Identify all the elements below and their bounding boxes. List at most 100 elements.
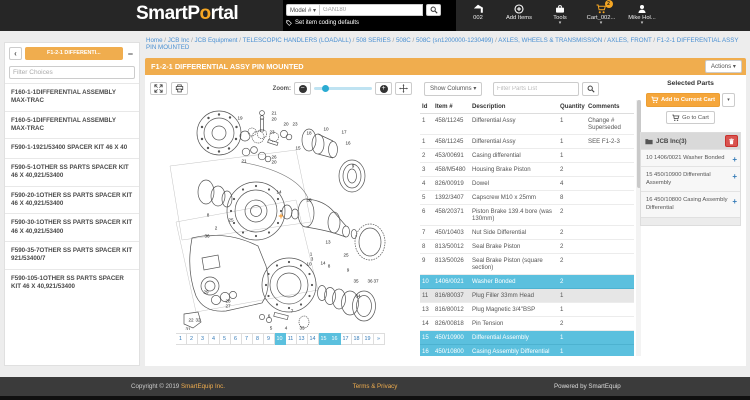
diagram-page-button[interactable]: 18 xyxy=(352,333,363,345)
diagram-page-button[interactable]: 14 xyxy=(308,333,319,345)
diagram-callout-number[interactable]: 9 xyxy=(347,268,350,273)
diagram-callout-number[interactable]: 8 xyxy=(328,264,331,269)
search-button[interactable] xyxy=(426,4,441,16)
nav-user[interactable]: Mike Hol... ▾ xyxy=(626,3,658,25)
nav-cart[interactable]: 2 Cart_002... ▾ xyxy=(585,3,617,25)
diagram-callout-number[interactable]: 2 xyxy=(215,226,218,231)
plus-icon[interactable]: + xyxy=(732,154,737,165)
diagram-callout-number[interactable]: 34 xyxy=(355,294,360,299)
diagram-page-button[interactable]: 2 xyxy=(187,333,198,345)
diagram-callout-number[interactable]: 17 xyxy=(341,130,346,135)
print-diagram-button[interactable] xyxy=(171,82,188,95)
diagram-callout-number[interactable]: 36 xyxy=(367,279,372,284)
sidebar-catalog-item[interactable]: F590-35-7OTHER SS PARTS SPACER KIT 921/5… xyxy=(5,241,139,269)
table-row[interactable]: 13 816/80012 Plug Magnetic 3/4"BSP 1 xyxy=(420,303,634,317)
table-row[interactable]: 15 450/10900 Differential Assembly 1 xyxy=(420,331,634,345)
model-search-input[interactable] xyxy=(320,4,423,16)
go-to-cart-button[interactable]: Go to Cart xyxy=(666,111,715,124)
diagram-callout-number[interactable]: 23 xyxy=(269,130,274,135)
plus-icon[interactable]: + xyxy=(732,196,737,207)
sidebar-catalog-item[interactable]: F590-5-1OTHER SS PARTS SPACER KIT 46 X 4… xyxy=(5,158,139,186)
col-id[interactable]: Id xyxy=(420,100,434,113)
table-row[interactable]: 3 458/M5480 Housing Brake Piston 2 xyxy=(420,163,634,177)
sidebar-collapse-button[interactable]: ‹ xyxy=(9,47,22,60)
diagram-page-button[interactable]: 6 xyxy=(231,333,242,345)
zoom-in-button[interactable]: + xyxy=(375,82,392,95)
diagram-page-button[interactable]: » xyxy=(374,333,385,345)
current-section-tab[interactable]: F1-2-1 DIFFERENTI... xyxy=(25,47,123,60)
delete-group-button[interactable] xyxy=(725,135,738,147)
diagram-page-button[interactable]: 8 xyxy=(253,333,264,345)
diagram-callout-number[interactable]: 18 xyxy=(306,131,311,136)
table-row[interactable]: 7 450/10403 Nut Side Differential 2 xyxy=(420,226,634,240)
diagram-callout-number[interactable]: 5 xyxy=(270,326,273,331)
table-row[interactable]: 4 826/00919 Dowel 4 xyxy=(420,177,634,191)
breadcrumb-link[interactable]: TELESCOPIC HANDLERS (LOADALL) xyxy=(243,37,356,44)
diagram-page-button[interactable]: 15 xyxy=(319,333,330,345)
diagram-page-button[interactable]: 5 xyxy=(220,333,231,345)
breadcrumb-link[interactable]: 508 SERIES xyxy=(356,37,396,44)
model-type-select[interactable]: Model # ▾ xyxy=(286,4,320,16)
sidebar-catalog-item[interactable]: F590-20-1OTHER SS PARTS SPACER KIT 46 X … xyxy=(5,186,139,214)
add-to-cart-dropdown-button[interactable]: ▾ xyxy=(722,93,735,107)
diagram-page-button[interactable]: 17 xyxy=(341,333,352,345)
diagram-callout-number[interactable]: 36 xyxy=(204,234,209,239)
diagram-page-button[interactable]: 10 xyxy=(275,333,286,345)
breadcrumb-link[interactable]: 508C xyxy=(396,37,416,44)
diagram-callout-number[interactable]: 10 xyxy=(306,262,311,267)
diagram-page-button[interactable]: 1 xyxy=(176,333,187,345)
diagram-page-button[interactable]: 13 xyxy=(297,333,308,345)
selected-part-item[interactable]: 15 450/10900 Differential Assembly + xyxy=(641,166,740,191)
expand-diagram-button[interactable] xyxy=(150,82,167,95)
selected-part-item[interactable]: 16 450/10800 Casing Assembly Differentia… xyxy=(641,191,740,216)
diagram-callout-number[interactable]: 21 xyxy=(241,159,246,164)
table-row[interactable]: 8 813/50012 Seal Brake Piston 2 xyxy=(420,240,634,254)
exploded-parts-diagram[interactable]: 1921202320231810171615212620981415251325… xyxy=(146,100,414,330)
table-row[interactable]: 2 453/00691 Casing differential 1 xyxy=(420,149,634,163)
diagram-page-button[interactable]: 3 xyxy=(198,333,209,345)
diagram-page-button[interactable]: 4 xyxy=(209,333,220,345)
table-row[interactable]: 6 458/20371 Piston Brake 139.4 bore (was… xyxy=(420,205,634,226)
add-to-current-cart-button[interactable]: Add to Current Cart xyxy=(646,93,720,107)
plus-icon[interactable]: + xyxy=(732,171,737,182)
diagram-callout-number[interactable]: 27 xyxy=(225,304,230,309)
sidebar-catalog-item[interactable]: F160-5-1DIFFERENTIAL ASSEMBLY MAX-TRAC xyxy=(5,111,139,139)
nav-tools[interactable]: Tools ▾ xyxy=(544,3,576,25)
diagram-callout-number[interactable]: 37 xyxy=(373,279,378,284)
diagram-callout-number[interactable]: 20 xyxy=(271,160,276,165)
diagram-callout-number[interactable]: 13 xyxy=(325,240,330,245)
actions-button[interactable]: Actions ▾ xyxy=(705,60,742,73)
table-row[interactable]: 14 826/00818 Pin Tension 2 xyxy=(420,317,634,331)
sidebar-catalog-item[interactable]: F590-30-1OTHER SS PARTS SPACER KIT 46 X … xyxy=(5,213,139,241)
diagram-callout-number[interactable]: 7 xyxy=(291,309,294,314)
breadcrumb-link[interactable]: 508C (sn1200000-1230499) xyxy=(416,37,498,44)
sidebar-catalog-item[interactable]: F590-105-1OTHER SS PARTS SPACER KIT 46 X… xyxy=(5,269,139,297)
diagram-callout-number[interactable]: 19 xyxy=(237,116,242,121)
diagram-callout-number[interactable]: 31 xyxy=(185,327,190,331)
slider-handle[interactable] xyxy=(322,85,329,92)
col-item[interactable]: Item # xyxy=(434,100,471,113)
table-row[interactable]: 1 458/11245 Differential Assy 1 Change #… xyxy=(420,114,634,135)
table-row[interactable]: 10 1406/0021 Washer Bonded 2 xyxy=(420,275,634,289)
sidebar-catalog-item[interactable]: F160-1-1DIFFERENTIAL ASSEMBLY MAX-TRAC xyxy=(5,83,139,111)
breadcrumb-link[interactable]: JCB Inc xyxy=(168,37,195,44)
diagram-callout-number[interactable]: 20 xyxy=(271,117,276,122)
diagram-page-button[interactable]: 7 xyxy=(242,333,253,345)
filter-choices-input[interactable] xyxy=(9,66,135,79)
diagram-callout-number[interactable]: 23 xyxy=(292,122,297,127)
diagram-callout-number[interactable]: 4 xyxy=(285,326,288,331)
diagram-callout-number[interactable]: 20 xyxy=(283,122,288,127)
diagram-callout-number[interactable]: 6 xyxy=(268,314,271,319)
table-row[interactable]: 11 816/80037 Plug Filler 33mm Head 1 xyxy=(420,289,634,303)
diagram-callout-number[interactable]: 25 xyxy=(228,218,233,223)
smartequip-link[interactable]: SmartEquip Inc. xyxy=(181,383,225,390)
pan-mode-button[interactable] xyxy=(395,82,412,95)
smartportal-logo[interactable]: SmartPortal xyxy=(136,3,238,25)
diagram-callout-number[interactable]: 29 xyxy=(203,290,208,295)
breadcrumb-link[interactable]: JCB Equipment xyxy=(195,37,243,44)
breadcrumb-link[interactable]: AXLES, FRONT xyxy=(607,37,657,44)
diagram-callout-number[interactable]: 8 xyxy=(207,213,210,218)
col-description[interactable]: Description xyxy=(471,100,559,113)
filter-parts-search-button[interactable] xyxy=(582,82,599,96)
table-row[interactable]: 1 458/11245 Differential Assy 1 SEE F1-2… xyxy=(420,135,634,149)
